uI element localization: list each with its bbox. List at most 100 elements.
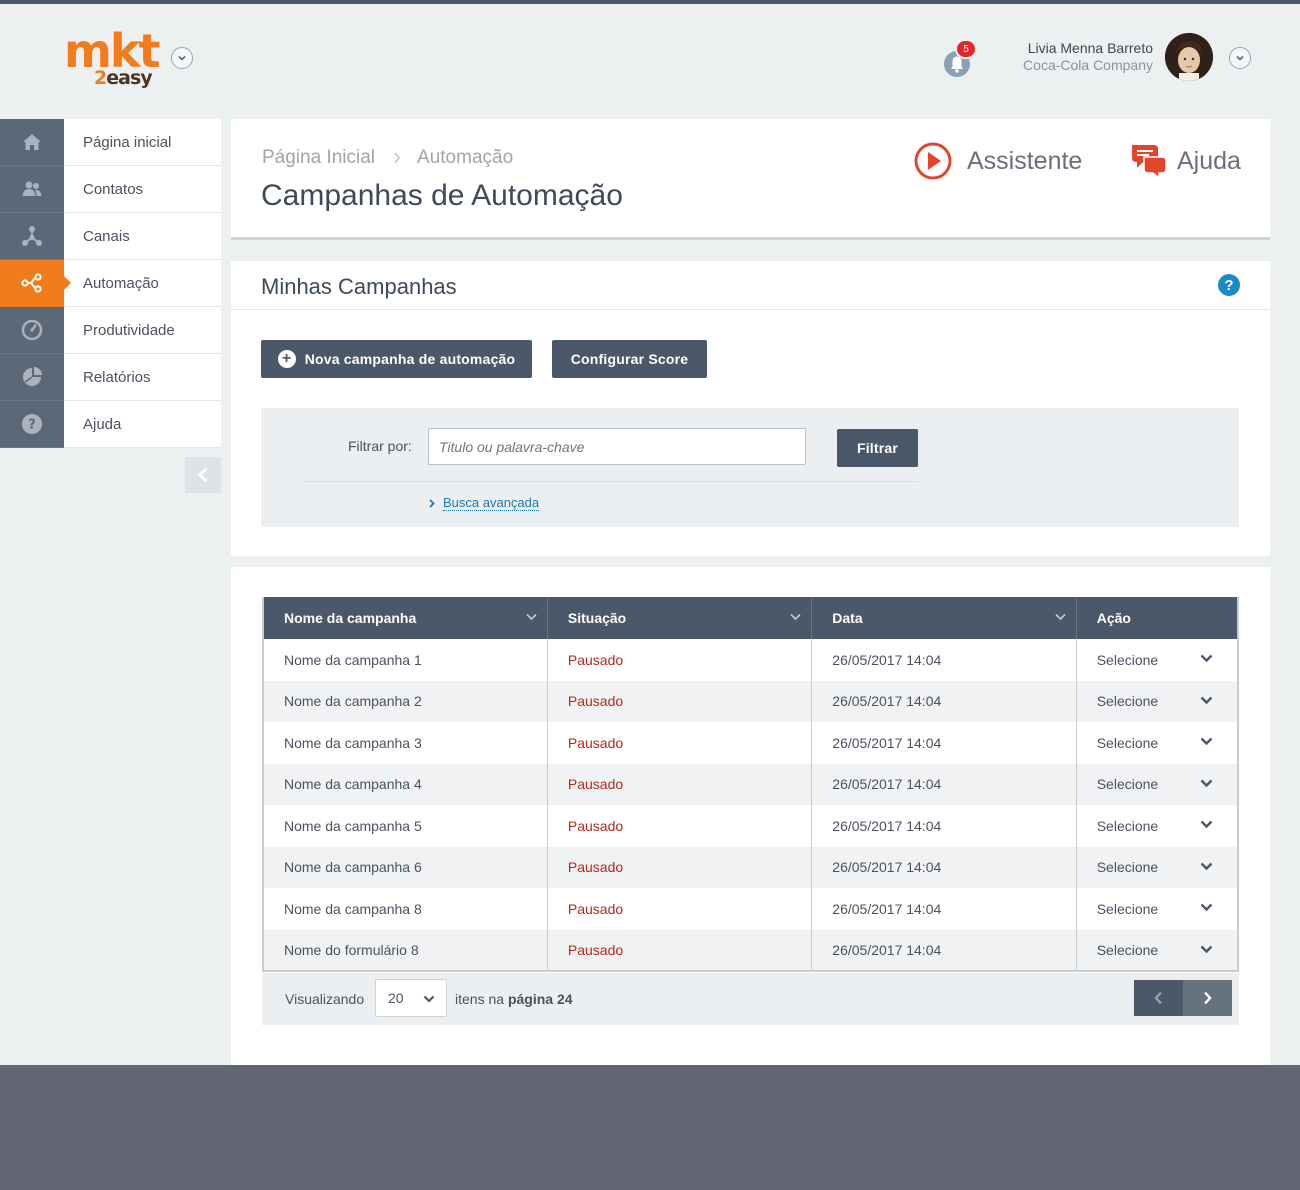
footer-band xyxy=(0,1065,1300,1190)
help-button[interactable]: Ajuda xyxy=(1129,141,1241,181)
campaigns-table: Nome da campanha Situação Data Ação Nome… xyxy=(262,597,1239,972)
table-row[interactable]: Nome da campanha 2 Pausado 26/05/2017 14… xyxy=(263,680,1238,722)
chevron-right-icon xyxy=(1204,991,1212,1005)
assistant-button[interactable]: Assistente xyxy=(913,141,1082,181)
cell-date: 26/05/2017 14:04 xyxy=(811,846,1077,888)
sidebar-item-label: Produtividade xyxy=(83,321,175,339)
cell-status: Pausado xyxy=(547,929,813,971)
action-select[interactable]: Selecione xyxy=(1076,639,1238,681)
cell-status: Pausado xyxy=(547,846,813,888)
action-select[interactable]: Selecione xyxy=(1076,929,1238,971)
advanced-search-link[interactable]: Busca avançada xyxy=(429,495,540,511)
action-select[interactable]: Selecione xyxy=(1076,846,1238,888)
dotted-divider xyxy=(303,481,918,482)
contacts-icon xyxy=(0,165,64,213)
chevron-down-icon xyxy=(1200,779,1213,787)
cell-status: Pausado xyxy=(547,722,813,764)
chevron-left-icon xyxy=(1154,991,1162,1005)
user-company: Coca-Cola Company xyxy=(1023,57,1153,73)
sidebar-item-productivity[interactable]: Produtividade xyxy=(0,306,221,354)
chevron-down-icon xyxy=(1200,862,1213,870)
page-size-select[interactable]: 20 xyxy=(375,979,447,1017)
sidebar-item-label: Ajuda xyxy=(83,415,122,433)
table-header-row: Nome da campanha Situação Data Ação xyxy=(263,597,1238,639)
table-row[interactable]: Nome da campanha 1 Pausado 26/05/2017 14… xyxy=(263,639,1238,681)
top-accent-line xyxy=(0,0,1300,4)
chevron-left-icon xyxy=(197,467,208,483)
cell-name: Nome da campanha 4 xyxy=(263,763,548,805)
sidebar: Página inicial Contatos Canais Automação… xyxy=(0,118,221,448)
automation-icon xyxy=(0,259,64,307)
cell-date: 26/05/2017 14:04 xyxy=(811,805,1077,847)
user-name[interactable]: Livia Menna Barreto xyxy=(1028,40,1153,56)
user-menu-chevron-icon[interactable] xyxy=(1229,47,1251,69)
table-row[interactable]: Nome do formulário 8 Pausado 26/05/2017 … xyxy=(263,929,1238,971)
cell-name: Nome da campanha 6 xyxy=(263,846,548,888)
sidebar-item-help[interactable]: ? Ajuda xyxy=(0,400,221,448)
action-select[interactable]: Selecione xyxy=(1076,805,1238,847)
channels-icon xyxy=(0,212,64,260)
sidebar-item-contacts[interactable]: Contatos xyxy=(0,165,221,213)
chevron-down-icon xyxy=(1200,820,1213,829)
table-row[interactable]: Nome da campanha 4 Pausado 26/05/2017 14… xyxy=(263,763,1238,805)
breadcrumb-current: Automação xyxy=(417,147,514,168)
cell-date: 26/05/2017 14:04 xyxy=(811,722,1077,764)
sort-chevron-icon xyxy=(526,613,537,621)
cell-status: Pausado xyxy=(547,888,813,930)
cell-status: Pausado xyxy=(547,805,813,847)
help-icon: ? xyxy=(0,400,64,448)
action-select[interactable]: Selecione xyxy=(1076,763,1238,805)
chevron-down-icon xyxy=(1200,696,1213,704)
help-question-icon[interactable]: ? xyxy=(1218,274,1240,296)
configure-score-button[interactable]: Configurar Score xyxy=(552,340,707,378)
page-info: itens na página 24 xyxy=(455,991,573,1007)
cell-name: Nome da campanha 8 xyxy=(263,888,548,930)
sort-chevron-icon xyxy=(1055,613,1066,621)
column-header-date[interactable]: Data xyxy=(811,597,1077,639)
filter-button[interactable]: Filtrar xyxy=(837,429,918,467)
table-row[interactable]: Nome da campanha 6 Pausado 26/05/2017 14… xyxy=(263,846,1238,888)
new-campaign-button[interactable]: + Nova campanha de automação xyxy=(261,340,532,378)
column-header-status[interactable]: Situação xyxy=(547,597,813,639)
sidebar-item-channels[interactable]: Canais xyxy=(0,212,221,260)
chevron-down-icon xyxy=(423,995,435,1003)
sidebar-item-label: Página inicial xyxy=(83,133,172,151)
breadcrumb: Página Inicial Automação xyxy=(262,147,513,169)
cell-name: Nome da campanha 2 xyxy=(263,680,548,722)
sidebar-item-home[interactable]: Página inicial xyxy=(0,118,221,166)
chevron-down-icon xyxy=(1200,654,1213,663)
avatar[interactable] xyxy=(1165,33,1213,81)
campaigns-panel: Minhas Campanhas ? + Nova campanha de au… xyxy=(231,261,1270,556)
home-icon xyxy=(0,118,64,166)
action-select[interactable]: Selecione xyxy=(1076,888,1238,930)
action-select[interactable]: Selecione xyxy=(1076,722,1238,764)
table-row[interactable]: Nome da campanha 5 Pausado 26/05/2017 14… xyxy=(263,805,1238,847)
page-size-value: 20 xyxy=(388,990,404,1006)
table-row[interactable]: Nome da campanha 3 Pausado 26/05/2017 14… xyxy=(263,722,1238,764)
collapse-sidebar-button[interactable] xyxy=(185,457,221,493)
new-campaign-label: Nova campanha de automação xyxy=(304,351,516,367)
plus-circle-icon: + xyxy=(277,350,296,368)
sidebar-item-automation[interactable]: Automação xyxy=(0,259,221,307)
cell-name: Nome da campanha 3 xyxy=(263,722,548,764)
cell-date: 26/05/2017 14:04 xyxy=(811,639,1077,681)
logo[interactable]: mkt 2easy xyxy=(64,28,161,92)
filter-label: Filtrar por: xyxy=(348,438,412,454)
filter-button-label: Filtrar xyxy=(856,440,899,456)
previous-page-button[interactable] xyxy=(1134,980,1183,1016)
search-input[interactable] xyxy=(428,428,806,465)
table-row[interactable]: Nome da campanha 8 Pausado 26/05/2017 14… xyxy=(263,888,1238,930)
page-title: Campanhas de Automação xyxy=(261,179,623,212)
filter-box: Filtrar por: Filtrar Busca avançada xyxy=(261,408,1239,527)
sidebar-item-label: Relatórios xyxy=(83,368,151,386)
sidebar-item-reports[interactable]: Relatórios xyxy=(0,353,221,401)
action-select[interactable]: Selecione xyxy=(1076,680,1238,722)
app-menu-chevron-icon[interactable] xyxy=(171,47,193,69)
column-header-name[interactable]: Nome da campanha xyxy=(263,597,548,639)
next-page-button[interactable] xyxy=(1183,980,1232,1016)
sidebar-item-label: Canais xyxy=(83,227,130,245)
section-title: Minhas Campanhas xyxy=(261,274,457,299)
sort-chevron-icon xyxy=(790,613,801,621)
breadcrumb-home[interactable]: Página Inicial xyxy=(262,147,375,169)
cell-status: Pausado xyxy=(547,680,813,722)
